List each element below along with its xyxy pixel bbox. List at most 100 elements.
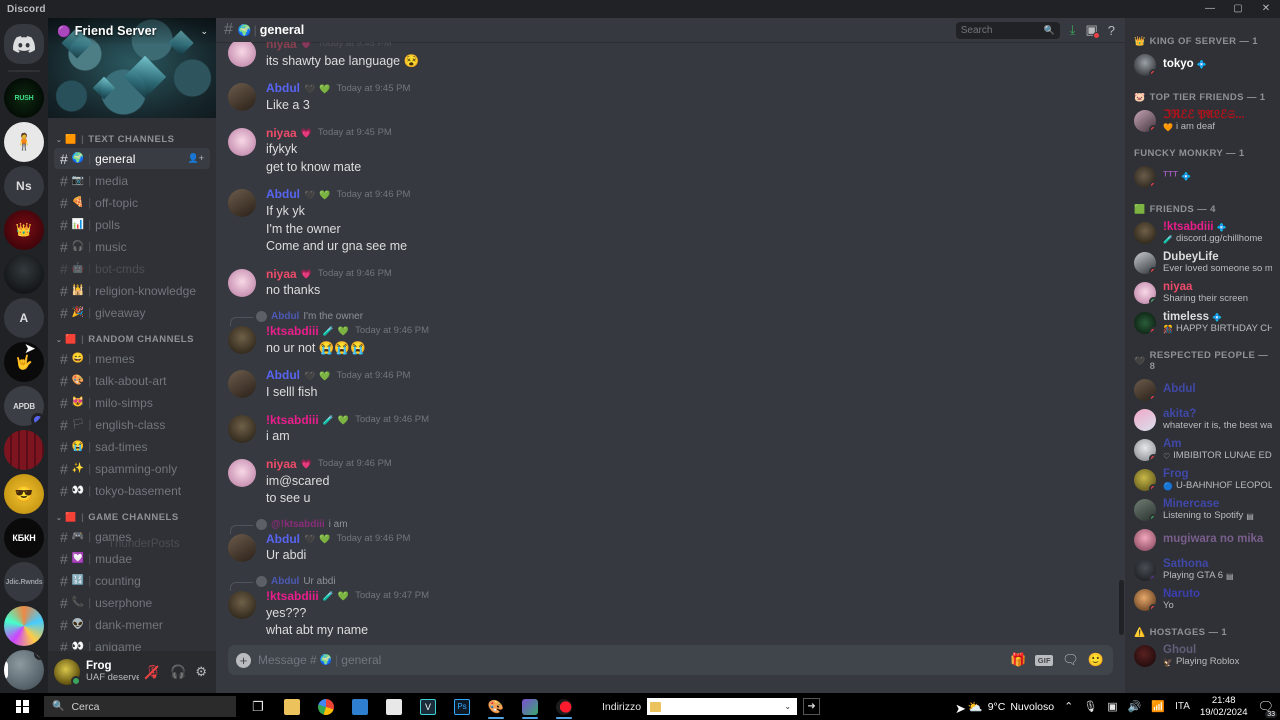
close-button[interactable]: ✕	[1252, 0, 1280, 18]
sidebar-item-general[interactable]: # 🌍 | general 👤+	[54, 148, 210, 169]
avatar[interactable]	[1134, 499, 1156, 521]
avatar[interactable]	[228, 414, 256, 443]
avatar[interactable]	[1134, 379, 1156, 401]
sidebar-item-games[interactable]: # 🎮 | games	[54, 526, 210, 547]
guild-kbkh[interactable]: КБКН	[4, 518, 44, 558]
sticker-icon[interactable]: 🗨	[1062, 652, 1079, 668]
action-center-icon[interactable]: 🗨 33	[1257, 699, 1277, 718]
avatar[interactable]	[228, 83, 256, 112]
message-scrollbar[interactable]	[1119, 580, 1124, 635]
guild-apdb[interactable]: APDB	[4, 386, 44, 426]
gear-icon[interactable]: ⚙	[195, 664, 207, 680]
arrow-right-icon[interactable]: ➜	[803, 698, 821, 715]
avatar[interactable]	[1134, 409, 1156, 431]
guild-green-neon[interactable]: RUSH	[4, 78, 44, 118]
minimize-button[interactable]: —	[1196, 0, 1224, 18]
photoshop-icon[interactable]: Ps	[446, 693, 478, 720]
plus-icon[interactable]: +	[236, 652, 251, 668]
category-game-channels[interactable]: ⌄ 🟥 | GAME CHANNELS	[48, 502, 216, 525]
sidebar-item-bot-cmds[interactable]: # 🤖 | bot-cmds	[54, 258, 210, 279]
speaker-icon[interactable]: 🔊	[1128, 700, 1142, 713]
list-item[interactable]: !ktsabdiii 💠 🧪 discord.gg/chillhome	[1125, 218, 1280, 248]
avatar[interactable]	[228, 268, 256, 297]
sidebar-item-religion-knowledge[interactable]: # 🕌 | religion-knowledge	[54, 280, 210, 301]
list-item[interactable]: DubeyLife Ever loved someone so mu... ▤	[1125, 248, 1280, 278]
list-item[interactable]: tokyo 💠	[1125, 50, 1280, 80]
taskbar-search-input[interactable]: 🔍 Cerca	[44, 696, 236, 717]
avatar[interactable]	[228, 42, 256, 67]
list-item[interactable]: Sathona Playing GTA 6 ▤	[1125, 555, 1280, 585]
maximize-button[interactable]: ▢	[1224, 0, 1252, 18]
message-author[interactable]: !ktsabdiii	[266, 324, 319, 339]
help-icon[interactable]: ?	[1108, 23, 1115, 38]
message-author[interactable]: niyaa	[266, 42, 297, 52]
avatar[interactable]	[228, 590, 256, 619]
sidebar-item-media[interactable]: # 📷 | media	[54, 170, 210, 191]
sidebar-item-counting[interactable]: # 🔢 | counting	[54, 570, 210, 591]
avatar[interactable]	[1134, 469, 1156, 491]
message-author[interactable]: niyaa	[266, 126, 297, 141]
avatar[interactable]	[1134, 312, 1156, 334]
channel-list[interactable]: ⌄ 🟧 | TEXT CHANNELS # 🌍 | general 👤+ # 📷…	[48, 118, 216, 651]
reply-context[interactable]: Abdul I'm the owner	[228, 310, 1125, 326]
guild-minecraft[interactable]: 🧍	[4, 122, 44, 162]
message-author[interactable]: Abdul	[266, 532, 300, 547]
sidebar-item-memes[interactable]: # 😄 | memes	[54, 348, 210, 369]
list-item[interactable]: mugiwara no mika	[1125, 525, 1280, 555]
tray-expand-icon[interactable]: ⌃	[1064, 700, 1073, 713]
list-item[interactable]: Minercase Listening to Spotify ▤	[1125, 495, 1280, 525]
sidebar-item-off-topic[interactable]: # 🍕 | off-topic	[54, 192, 210, 213]
sidebar-item-giveaway[interactable]: # 🎉 | giveaway	[54, 302, 210, 323]
guild-yellow-face[interactable]: 😎	[4, 474, 44, 514]
guild-dark[interactable]	[4, 254, 44, 294]
sidebar-item-sad-times[interactable]: # 😭 | sad-times	[54, 436, 210, 457]
discord-home-button[interactable]	[4, 24, 44, 64]
message-list[interactable]: niyaa 💗 Today at 9:45 PM its shawty bae …	[216, 42, 1125, 645]
chevron-down-icon[interactable]: ⌄	[200, 26, 208, 37]
sidebar-item-tokyo-basement[interactable]: # 👀 | tokyo-basement	[54, 480, 210, 501]
message-author[interactable]: !ktsabdiii	[266, 413, 319, 428]
member-list[interactable]: 👑 KING OF SERVER — 1 tokyo 💠 🐷 TOP TIER …	[1125, 18, 1280, 693]
avatar[interactable]	[1134, 559, 1156, 581]
message-input[interactable]: + Message # 🌍 | general 🎁 GIF 🗨 🙂	[228, 645, 1113, 675]
weather-widget[interactable]: ⛅ 9°C Nuvoloso	[968, 700, 1054, 714]
sidebar-item-polls[interactable]: # 📊 | polls	[54, 214, 210, 235]
chevron-down-icon[interactable]: ⌄	[784, 702, 791, 711]
sidebar-item-dank-memer[interactable]: # 👽 | dank-memer	[54, 614, 210, 635]
avatar[interactable]	[1134, 222, 1156, 244]
category-random-channels[interactable]: ⌄ 🟥 | RANDOM CHANNELS	[48, 324, 216, 347]
list-item[interactable]: akita? whatever it is, the best wa... ▤	[1125, 405, 1280, 435]
language-indicator[interactable]: ITA	[1175, 701, 1190, 712]
guild-grey[interactable]	[4, 650, 44, 690]
message-author[interactable]: Abdul	[266, 368, 300, 383]
list-item[interactable]: Abdul	[1125, 375, 1280, 405]
list-item[interactable]: Naruto Yo	[1125, 585, 1280, 615]
sidebar-item-music[interactable]: # 🎧 | music	[54, 236, 210, 257]
sidebar-item-mudae[interactable]: # 💟 | mudae	[54, 548, 210, 569]
sidebar-item-milo-simps[interactable]: # 😻 | milo-simps	[54, 392, 210, 413]
search-input[interactable]: Search 🔍	[955, 21, 1060, 39]
message-author[interactable]: niyaa	[266, 457, 297, 472]
list-item[interactable]: niyaa Sharing their screen	[1125, 278, 1280, 308]
avatar[interactable]	[228, 127, 256, 156]
avatar[interactable]	[1134, 645, 1156, 667]
avatar[interactable]	[228, 189, 256, 218]
avatar[interactable]	[1134, 252, 1156, 274]
message-author[interactable]: Abdul	[266, 188, 300, 202]
mail-icon[interactable]	[344, 693, 376, 720]
inbox-icon[interactable]: ▣	[1085, 22, 1100, 39]
opera-gx-icon[interactable]	[548, 693, 580, 720]
reply-context[interactable]: @!ktsabdiii i am	[228, 518, 1125, 534]
mic-muted-icon[interactable]: 🎙	[145, 664, 162, 680]
vegas-icon[interactable]: V	[412, 693, 444, 720]
avatar[interactable]	[228, 325, 256, 354]
user-identity[interactable]: Frog UAF deserve...	[86, 660, 139, 683]
list-item[interactable]: Ghoul 🦅 Playing Roblox	[1125, 641, 1280, 671]
guild-colorful[interactable]	[4, 606, 44, 646]
sidebar-item-anigame[interactable]: # 👀 | anigame	[54, 636, 210, 652]
list-item[interactable]: Frog 🔵 U-BAHNHOF LEOPOLDPL...	[1125, 465, 1280, 495]
network-icon[interactable]: 📶	[1151, 700, 1165, 713]
reply-context[interactable]: Abdul Ur abdi	[228, 575, 1125, 591]
avatar[interactable]	[1134, 439, 1156, 461]
taskbar-clock[interactable]: 21:48 19/02/2024	[1200, 695, 1248, 719]
